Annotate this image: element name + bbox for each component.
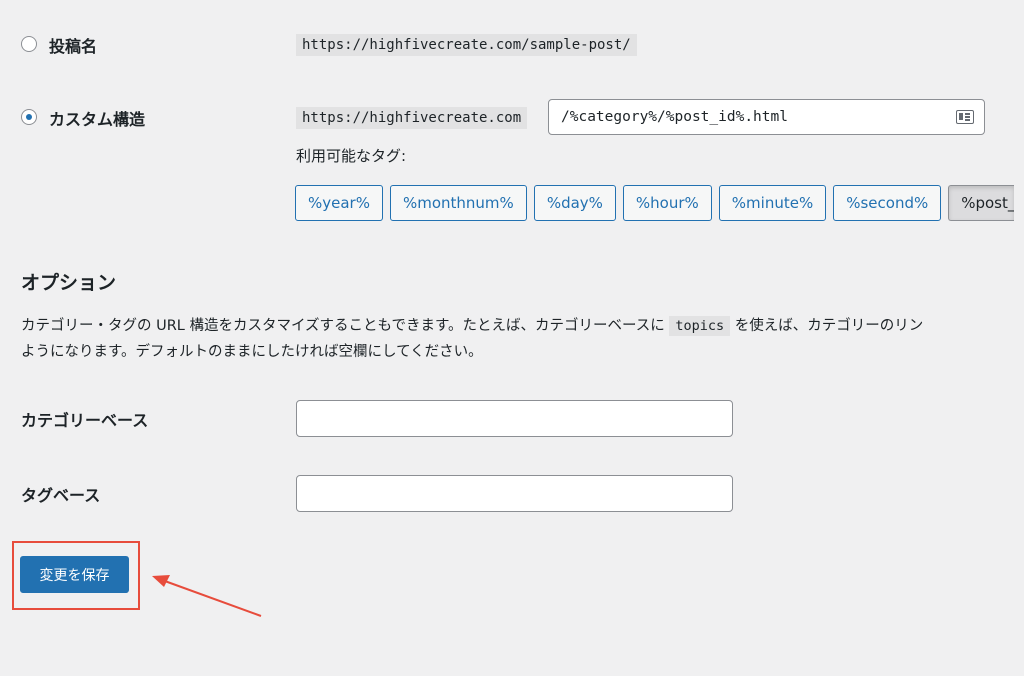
category-base-label: カテゴリーベース xyxy=(21,411,149,430)
custom-structure-input[interactable]: /%category%/%post_id%.html xyxy=(548,99,985,135)
optional-description-line1: カテゴリー・タグの URL 構造をカスタマイズすることもできます。たとえば、カテ… xyxy=(21,313,923,339)
post-name-label[interactable]: 投稿名 xyxy=(49,33,97,57)
optional-description-before: カテゴリー・タグの URL 構造をカスタマイズすることもできます。たとえば、カテ… xyxy=(21,318,665,334)
category-base-input[interactable] xyxy=(296,400,733,437)
tag-button-day[interactable]: %day% xyxy=(533,185,616,221)
available-tags-list: %year% %monthnum% %day% %hour% %minute% … xyxy=(295,185,1015,221)
id-card-icon[interactable] xyxy=(956,110,974,124)
optional-description-code: topics xyxy=(669,316,731,336)
annotation-arrow-icon xyxy=(152,575,262,617)
optional-description-line2: ようになります。デフォルトのままにしたければ空欄にしてください。 xyxy=(21,344,483,360)
tag-button-second[interactable]: %second% xyxy=(833,185,942,221)
tag-button-monthnum[interactable]: %monthnum% xyxy=(389,185,527,221)
tag-button-minute[interactable]: %minute% xyxy=(718,185,827,221)
post-name-radio[interactable] xyxy=(21,36,37,52)
custom-structure-label[interactable]: カスタム構造 xyxy=(49,106,145,130)
tag-button-post-id[interactable]: %post_ xyxy=(948,185,1015,221)
tag-button-hour[interactable]: %hour% xyxy=(622,185,712,221)
optional-heading: オプション xyxy=(21,272,117,294)
custom-structure-radio[interactable] xyxy=(21,109,37,125)
available-tags-label: 利用可能なタグ: xyxy=(296,147,407,165)
tag-base-input[interactable] xyxy=(296,475,733,512)
post-name-example-url: https://highfivecreate.com/sample-post/ xyxy=(296,34,637,56)
custom-structure-base-url: https://highfivecreate.com xyxy=(296,107,528,129)
save-changes-button[interactable]: 変更を保存 xyxy=(20,556,129,593)
tag-base-label: タグベース xyxy=(21,486,101,505)
tag-button-year[interactable]: %year% xyxy=(295,185,383,221)
custom-structure-value: /%category%/%post_id%.html xyxy=(561,109,788,125)
optional-description-after: を使えば、カテゴリーのリン xyxy=(734,318,924,334)
